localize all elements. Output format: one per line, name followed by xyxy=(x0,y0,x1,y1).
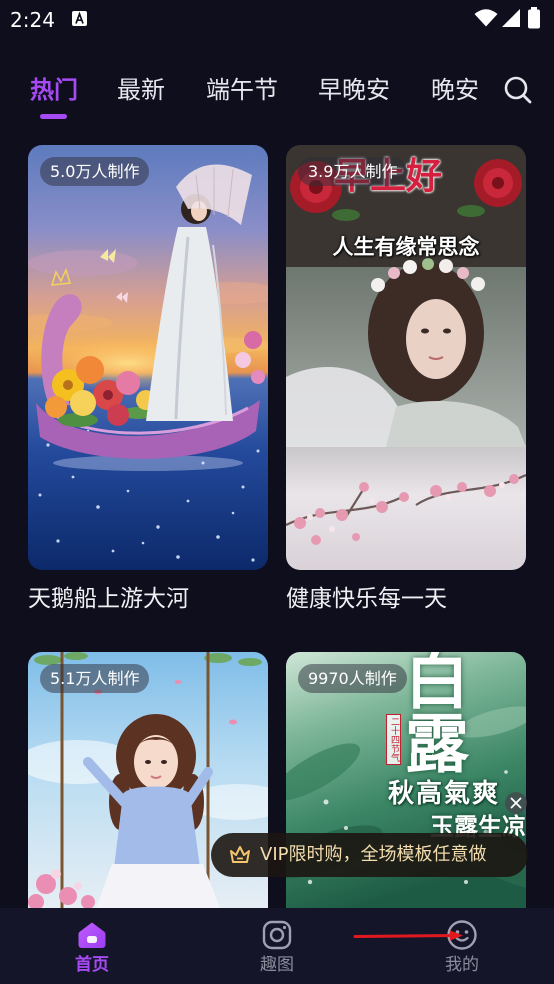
card-image xyxy=(28,145,268,570)
annotation-arrow xyxy=(353,930,463,941)
nav-item-profile[interactable]: 我的 xyxy=(402,908,522,984)
usage-count-badge: 3.9万人制作 xyxy=(298,157,408,186)
image-solar-term-title: 白露 xyxy=(394,652,468,774)
card-title[interactable]: 健康快乐每一天 xyxy=(286,584,447,614)
nav-item-home[interactable]: 首页 xyxy=(32,908,152,984)
home-icon xyxy=(78,922,106,948)
template-card[interactable]: 5.0万人制作 xyxy=(28,145,268,570)
usage-count-badge: 5.0万人制作 xyxy=(40,157,150,186)
usage-count-badge: 9970人制作 xyxy=(298,664,407,693)
image-subtitle-text: 秋高氣爽 xyxy=(388,779,501,809)
image-caption-text: 人生有缘常思念 xyxy=(332,235,480,259)
card-title[interactable]: 天鹅船上游大河 xyxy=(28,584,189,614)
template-feed: 5.0万人制作 天鹅船上游大河 人生有缘常思念 3.9万人制作 健康快乐每一天 … xyxy=(0,0,554,908)
image-tag-text: 二十四节气 xyxy=(386,714,401,765)
crown-icon xyxy=(230,846,250,863)
usage-count-badge: 5.1万人制作 xyxy=(40,664,150,693)
promo-text: VIP限时购，全场模板任意做 xyxy=(260,844,487,865)
nav-label: 趣图 xyxy=(260,955,294,975)
camera-icon xyxy=(262,920,292,950)
close-icon xyxy=(510,797,522,809)
template-card[interactable]: 早上好 人生有缘常思念 3.9万人制作 xyxy=(286,145,526,570)
nav-item-fun-pictures[interactable]: 趣图 xyxy=(217,908,337,984)
bottom-navigation: 首页 趣图 我的 xyxy=(0,908,554,984)
nav-label: 我的 xyxy=(445,955,479,975)
promo-close-button[interactable] xyxy=(505,792,527,814)
card-image xyxy=(286,145,526,570)
vip-promo-banner[interactable]: VIP限时购，全场模板任意做 xyxy=(211,833,528,877)
nav-label: 首页 xyxy=(75,955,109,975)
